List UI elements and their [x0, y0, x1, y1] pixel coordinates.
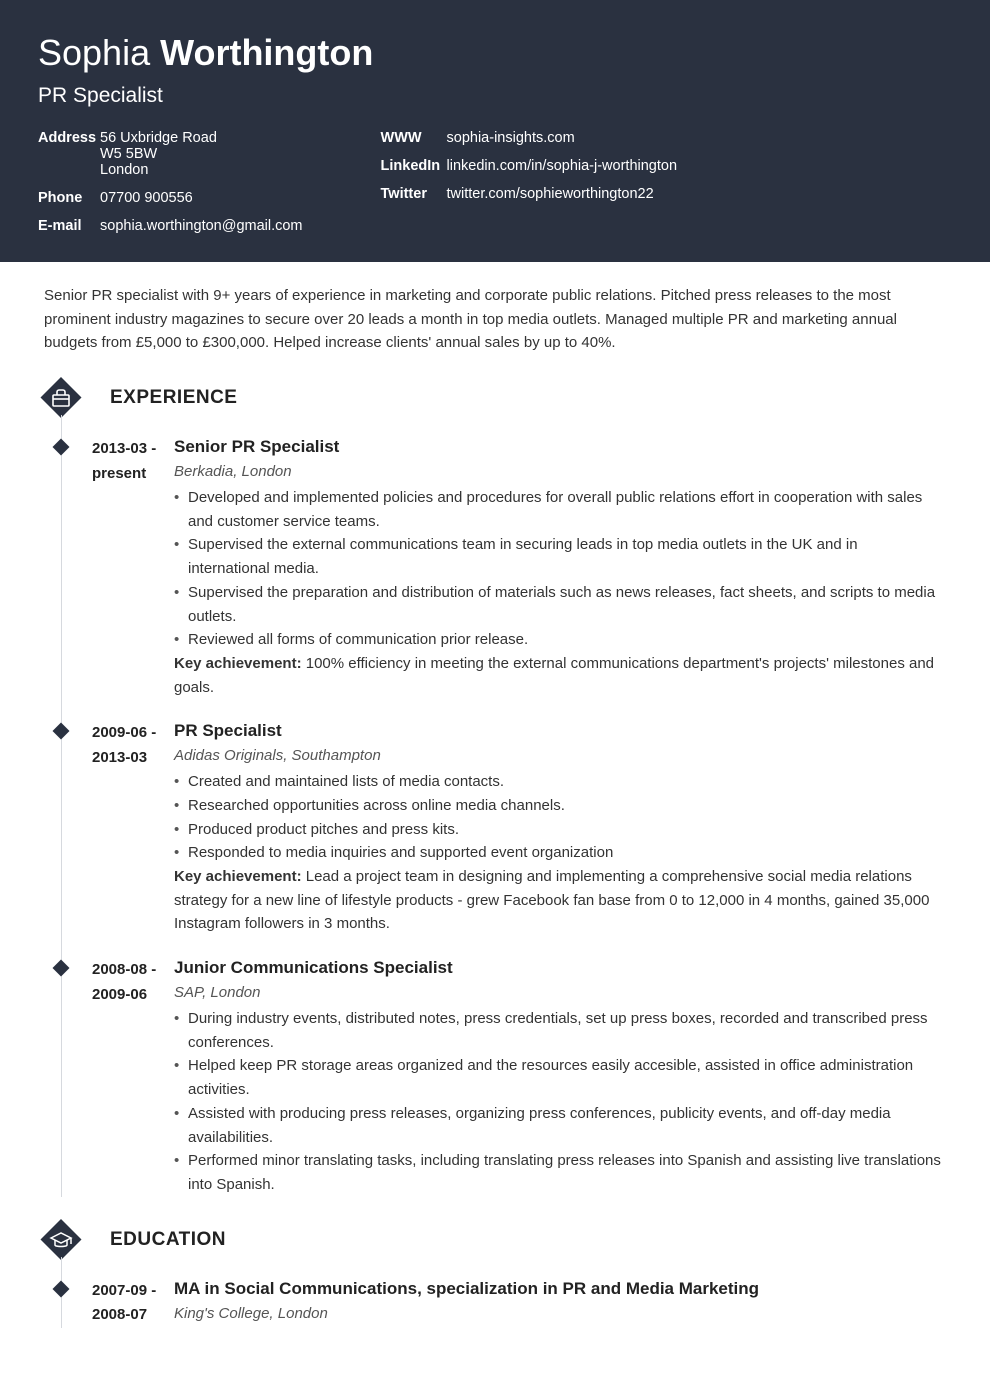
experience-entry: 2009-06 - 2013-03 PR Specialist Adidas O… [60, 721, 990, 936]
bullet: Supervised the preparation and distribut… [174, 581, 942, 628]
bullet: Performed minor translating tasks, inclu… [174, 1149, 942, 1196]
contact-value: sophia.worthington@gmail.com [100, 218, 303, 234]
contact-linkedin: LinkedIn linkedin.com/in/sophia-j-worthi… [381, 158, 678, 174]
entry-achievement: Key achievement: Lead a project team in … [174, 865, 942, 936]
entry-body: PR Specialist Adidas Originals, Southamp… [174, 721, 990, 936]
experience-timeline: 2013-03 - present Senior PR Specialist B… [60, 437, 990, 1197]
entry-achievement: Key achievement: 100% efficiency in meet… [174, 652, 942, 699]
contacts-right: WWW sophia-insights.com LinkedIn linkedi… [381, 130, 678, 234]
bullet: During industry events, distributed note… [174, 1007, 942, 1054]
contact-value: twitter.com/sophieworthington22 [447, 186, 654, 202]
section-head-experience: EXPERIENCE [0, 377, 990, 419]
entry-title: MA in Social Communications, specializat… [174, 1279, 942, 1299]
contact-phone: Phone 07700 900556 [38, 190, 303, 206]
entry-bullets: Created and maintained lists of media co… [174, 770, 942, 865]
contact-value: 56 Uxbridge Road W5 5BW London [100, 130, 217, 178]
contact-address: Address 56 Uxbridge Road W5 5BW London [38, 130, 303, 178]
contact-label: Address [38, 130, 100, 178]
bullet: Responded to media inquiries and support… [174, 841, 942, 865]
contacts: Address 56 Uxbridge Road W5 5BW London P… [38, 130, 952, 234]
entry-title: Senior PR Specialist [174, 437, 942, 457]
graduation-cap-icon [40, 1219, 82, 1261]
section-head-education: EDUCATION [0, 1219, 990, 1261]
education-entry: 2007-09 - 2008-07 MA in Social Communica… [60, 1279, 990, 1329]
section-title: EXPERIENCE [110, 387, 237, 409]
contact-twitter: Twitter twitter.com/sophieworthington22 [381, 186, 678, 202]
job-title: PR Specialist [38, 84, 952, 108]
achievement-label: Key achievement: [174, 868, 302, 885]
bullet: Supervised the external communications t… [174, 533, 942, 580]
experience-entry: 2008-08 - 2009-06 Junior Communications … [60, 958, 990, 1197]
entry-bullets: Developed and implemented policies and p… [174, 486, 942, 652]
entry-company: Adidas Originals, Southampton [174, 747, 942, 764]
bullet: Assisted with producing press releases, … [174, 1102, 942, 1149]
contact-www: WWW sophia-insights.com [381, 130, 678, 146]
contact-label: WWW [381, 130, 447, 146]
entry-company: Berkadia, London [174, 463, 942, 480]
entry-company: SAP, London [174, 984, 942, 1001]
bullet: Researched opportunities across online m… [174, 794, 942, 818]
contact-label: LinkedIn [381, 158, 447, 174]
entry-date: 2008-08 - 2009-06 [92, 958, 174, 1197]
resume-header: Sophia Worthington PR Specialist Address… [0, 0, 990, 262]
contact-label: Phone [38, 190, 100, 206]
contact-value: linkedin.com/in/sophia-j-worthington [447, 158, 678, 174]
last-name: Worthington [160, 32, 373, 73]
entry-body: MA in Social Communications, specializat… [174, 1279, 990, 1329]
education-timeline: 2007-09 - 2008-07 MA in Social Communica… [60, 1279, 990, 1329]
bullet: Reviewed all forms of communication prio… [174, 628, 942, 652]
full-name: Sophia Worthington [38, 32, 952, 74]
summary: Senior PR specialist with 9+ years of ex… [0, 284, 990, 355]
entry-title: Junior Communications Specialist [174, 958, 942, 978]
entry-bullets: During industry events, distributed note… [174, 1007, 942, 1197]
section-title: EDUCATION [110, 1229, 226, 1251]
entry-date: 2009-06 - 2013-03 [92, 721, 174, 936]
contact-value: 07700 900556 [100, 190, 193, 206]
bullet: Created and maintained lists of media co… [174, 770, 942, 794]
contact-value: sophia-insights.com [447, 130, 575, 146]
entry-body: Junior Communications Specialist SAP, Lo… [174, 958, 990, 1197]
briefcase-icon [40, 377, 82, 419]
first-name: Sophia [38, 32, 150, 73]
contacts-left: Address 56 Uxbridge Road W5 5BW London P… [38, 130, 303, 234]
entry-school: King's College, London [174, 1305, 942, 1322]
achievement-label: Key achievement: [174, 655, 302, 672]
bullet: Developed and implemented policies and p… [174, 486, 942, 533]
entry-title: PR Specialist [174, 721, 942, 741]
resume-body: Senior PR specialist with 9+ years of ex… [0, 262, 990, 1380]
bullet: Helped keep PR storage areas organized a… [174, 1054, 942, 1101]
bullet: Produced product pitches and press kits. [174, 818, 942, 842]
contact-label: E-mail [38, 218, 100, 234]
experience-entry: 2013-03 - present Senior PR Specialist B… [60, 437, 990, 699]
contact-email: E-mail sophia.worthington@gmail.com [38, 218, 303, 234]
contact-label: Twitter [381, 186, 447, 202]
entry-date: 2007-09 - 2008-07 [92, 1279, 174, 1329]
entry-date: 2013-03 - present [92, 437, 174, 699]
entry-body: Senior PR Specialist Berkadia, London De… [174, 437, 990, 699]
